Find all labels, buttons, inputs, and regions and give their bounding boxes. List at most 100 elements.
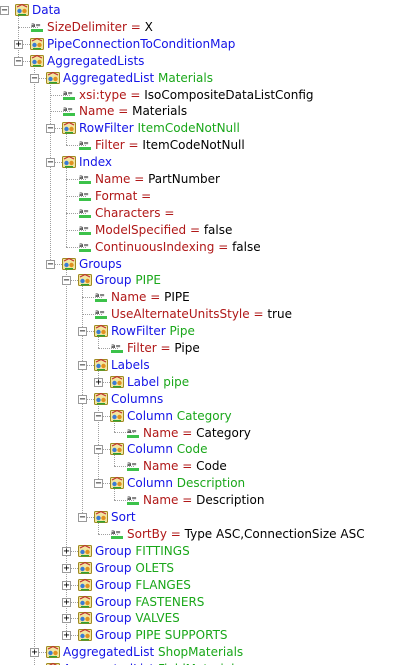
expand-plus-icon[interactable]: + [94, 378, 103, 388]
attribute-name: Name [79, 104, 115, 119]
collapse-minus-icon[interactable]: − [94, 479, 103, 489]
tree-element-node[interactable]: Group FITTINGS [78, 543, 190, 559]
element-subtitle: Code [176, 442, 208, 457]
expand-plus-icon[interactable]: + [30, 648, 39, 658]
xml-element-icon [110, 375, 124, 389]
tree-attribute-node[interactable]: a= UseAlternateUnitsStyle = true [94, 306, 292, 322]
element-subtitle: ItemCodeNotNull [137, 121, 240, 136]
tree-attribute-node[interactable]: a= xsi:type = IsoCompositeDataListConfig [62, 87, 314, 103]
element-subtitle: FITTINGS [135, 543, 190, 558]
tree-element-node[interactable]: Sort [94, 509, 136, 525]
collapse-minus-icon[interactable]: − [78, 395, 87, 405]
xml-attribute-icon: a= [62, 104, 76, 118]
tree-element-node[interactable]: Column Description [110, 475, 245, 491]
tree-attribute-node[interactable]: a= Name = Category [126, 425, 251, 441]
tree-element-node[interactable]: Group VALVES [78, 610, 180, 626]
tree-element-node[interactable]: RowFilter ItemCodeNotNull [62, 120, 240, 136]
element-name: Group [95, 611, 132, 626]
tree-attribute-node[interactable]: a= Name = Materials [62, 103, 187, 119]
tree-element-node[interactable]: AggregatedList ShopMaterials [46, 644, 243, 660]
svg-text:a=: a= [79, 190, 89, 198]
tree-element-node[interactable]: Label pipe [110, 374, 189, 390]
tree-attribute-node[interactable]: a= Filter = Pipe [110, 340, 200, 356]
tree-element-node[interactable]: Group PIPE [78, 272, 161, 288]
tree-element-node[interactable]: Group FASTENERS [78, 594, 204, 610]
tree-element-node[interactable]: AggregatedList FieldMaterials [46, 661, 241, 665]
collapse-minus-icon[interactable]: − [78, 327, 87, 337]
attribute-value: IsoCompositeDataListConfig [144, 87, 314, 102]
tree-attribute-node[interactable]: a= SizeDelimiter = X [30, 19, 153, 35]
element-name: AggregatedList [63, 645, 155, 660]
tree-element-node[interactable]: Group PIPE SUPPORTS [78, 627, 228, 643]
tree-element-node[interactable]: Index [62, 154, 112, 170]
attribute-equals: = [178, 493, 197, 508]
tree-attribute-node[interactable]: a= Name = Code [126, 458, 227, 474]
element-subtitle: FLANGES [135, 577, 191, 592]
tree-connector [18, 14, 19, 61]
tree-element-node[interactable]: PipeConnectionToConditionMap [30, 36, 235, 52]
tree-element-node[interactable]: Data [15, 2, 61, 18]
xml-attribute-icon: a= [78, 240, 92, 254]
xml-attribute-icon: a= [110, 341, 124, 355]
attribute-value: Pipe [174, 341, 200, 355]
collapse-minus-icon[interactable]: − [78, 513, 87, 523]
attribute-equals: = [178, 459, 197, 474]
expand-plus-icon[interactable]: + [62, 547, 71, 557]
tree-element-node[interactable]: Groups [62, 256, 122, 272]
collapse-minus-icon[interactable]: − [94, 412, 103, 422]
tree-attribute-node[interactable]: a= SortBy = Type ASC,ConnectionSize ASC [110, 526, 365, 542]
attribute-value: Type ASC,ConnectionSize ASC [184, 526, 365, 541]
xml-tree-view[interactable]: − Data a= SizeDelimiter = X + PipeConnectionT… [0, 0, 414, 665]
tree-element-node[interactable]: Group OLETS [78, 560, 174, 576]
attribute-equals: = [160, 205, 179, 220]
attribute-value: PartNumber [148, 172, 220, 186]
tree-element-node[interactable]: Column Code [110, 441, 208, 457]
element-name: Column [127, 476, 173, 491]
expand-plus-icon[interactable]: + [62, 564, 71, 574]
tree-attribute-node[interactable]: a= Filter = ItemCodeNotNull [78, 137, 245, 153]
tree-attribute-node[interactable]: a= ModelSpecified = false [78, 222, 232, 238]
tree-element-node[interactable]: Columns [94, 391, 163, 407]
xml-element-icon [46, 645, 60, 659]
element-subtitle: Pipe [169, 324, 195, 339]
collapse-minus-icon[interactable]: − [94, 445, 103, 455]
tree-attribute-node[interactable]: a= ContinuousIndexing = false [78, 239, 261, 255]
element-name: Group [95, 560, 132, 575]
expand-plus-icon[interactable]: + [14, 40, 23, 50]
expand-plus-icon[interactable]: + [62, 631, 71, 641]
svg-text:a=: a= [127, 460, 137, 468]
element-subtitle: Description [176, 476, 246, 491]
collapse-minus-icon[interactable]: − [62, 276, 71, 286]
element-name: Columns [111, 391, 164, 406]
tree-element-node[interactable]: AggregatedList Materials [46, 70, 213, 86]
expand-plus-icon[interactable]: + [62, 581, 71, 591]
attribute-value: Materials [132, 104, 188, 119]
collapse-minus-icon[interactable]: − [46, 158, 55, 168]
tree-element-node[interactable]: Labels [94, 357, 150, 373]
xml-element-icon [15, 3, 29, 17]
collapse-minus-icon[interactable]: − [14, 57, 23, 67]
tree-attribute-node[interactable]: a= Format = [78, 188, 155, 204]
tree-attribute-node[interactable]: a= Name = PartNumber [78, 171, 220, 187]
attribute-equals: = [114, 104, 133, 119]
expand-plus-icon[interactable]: + [62, 614, 71, 624]
tree-attribute-node[interactable]: a= Name = PIPE [94, 289, 190, 305]
tree-element-node[interactable]: RowFilter Pipe [94, 323, 195, 339]
xml-element-icon [46, 71, 60, 85]
collapse-minus-icon[interactable]: − [46, 260, 55, 270]
collapse-minus-icon[interactable]: − [0, 6, 9, 16]
element-name: Sort [111, 510, 136, 524]
collapse-minus-icon[interactable]: − [30, 74, 39, 84]
tree-element-node[interactable]: Group FLANGES [78, 577, 191, 593]
svg-text:a=: a= [79, 173, 89, 181]
attribute-equals: = [130, 172, 149, 186]
collapse-minus-icon[interactable]: − [78, 361, 87, 371]
tree-element-node[interactable]: AggregatedLists [30, 53, 144, 69]
collapse-minus-icon[interactable]: − [46, 124, 55, 134]
element-subtitle: Materials [157, 70, 213, 85]
element-name: Data [32, 3, 61, 17]
expand-plus-icon[interactable]: + [62, 598, 71, 608]
tree-element-node[interactable]: Column Category [110, 408, 232, 424]
tree-attribute-node[interactable]: a= Name = Description [126, 492, 264, 508]
tree-attribute-node[interactable]: a= Characters = [78, 205, 178, 221]
